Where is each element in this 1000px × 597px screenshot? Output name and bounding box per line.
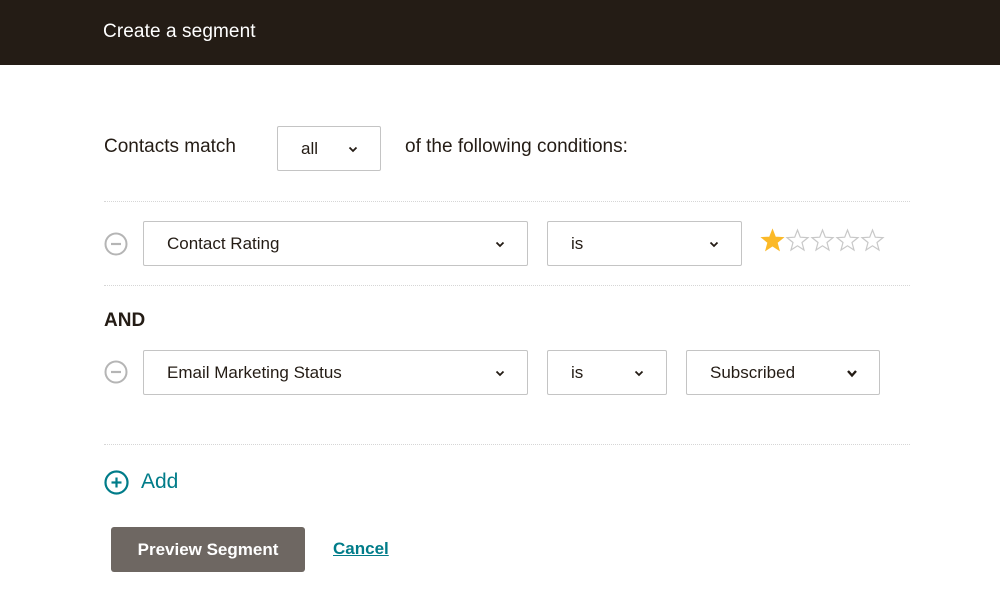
star-filled-icon[interactable] [760, 228, 785, 253]
preview-segment-button[interactable]: Preview Segment [111, 527, 305, 572]
match-suffix-label: of the following conditions: [405, 136, 628, 157]
remove-condition-button[interactable] [104, 360, 128, 384]
page-header: Create a segment [0, 0, 1000, 65]
chevron-down-icon [346, 142, 360, 156]
page-title: Create a segment [103, 21, 256, 42]
star-empty-icon[interactable] [835, 228, 860, 253]
cancel-link[interactable]: Cancel [333, 539, 389, 559]
condition-operator-select[interactable]: is [547, 350, 667, 395]
star-empty-icon[interactable] [860, 228, 885, 253]
divider [104, 444, 910, 445]
condition-value-value: Subscribed [710, 362, 796, 382]
condition-operator-value: is [571, 233, 584, 253]
add-condition-label: Add [141, 470, 179, 493]
condition-field-value: Email Marketing Status [167, 362, 342, 382]
condition-operator-value: is [571, 362, 584, 382]
match-prefix-label: Contacts match [104, 136, 236, 157]
chevron-down-icon [632, 366, 646, 380]
match-type-value: all [301, 138, 319, 158]
divider [104, 285, 910, 286]
plus-circle-icon [104, 469, 129, 495]
chevron-down-icon [493, 237, 507, 251]
add-condition-button[interactable]: Add [104, 469, 178, 495]
condition-value-select[interactable]: Subscribed [686, 350, 880, 395]
divider [104, 201, 910, 202]
condition-operator-select[interactable]: is [547, 221, 742, 266]
chevron-down-icon [707, 237, 721, 251]
minus-circle-icon [104, 232, 128, 256]
condition-field-value: Contact Rating [167, 233, 280, 253]
star-empty-icon[interactable] [810, 228, 835, 253]
contact-rating-stars[interactable] [760, 228, 885, 256]
remove-condition-button[interactable] [104, 232, 128, 256]
star-empty-icon[interactable] [785, 228, 810, 253]
match-type-select[interactable]: all [277, 126, 381, 171]
minus-circle-icon [104, 360, 128, 384]
conjunction-label: AND [104, 310, 146, 331]
chevron-down-icon [493, 366, 507, 380]
condition-field-select[interactable]: Contact Rating [143, 221, 528, 266]
condition-field-select[interactable]: Email Marketing Status [143, 350, 528, 395]
chevron-down-icon [845, 366, 859, 380]
